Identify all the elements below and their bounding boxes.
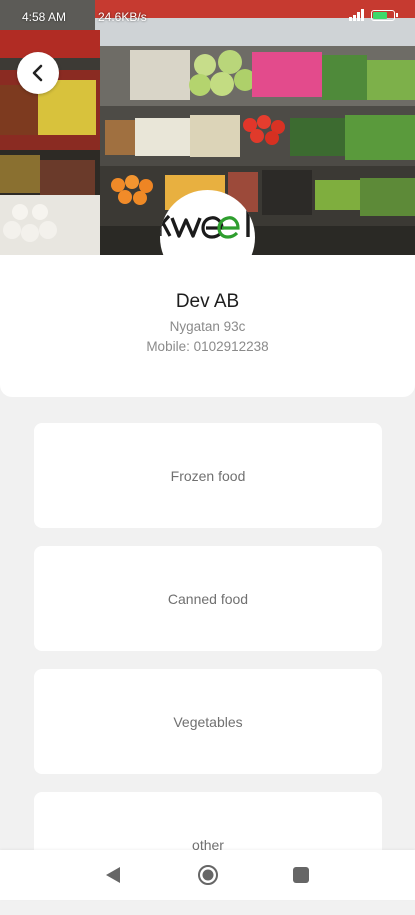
system-nav-bar — [0, 850, 415, 900]
store-name: Dev AB — [175, 291, 240, 312]
status-bar: 4:58 AM 24.6KB/s — [0, 0, 415, 26]
network-speed: 24.6KB/s — [98, 10, 147, 24]
chevron-left-icon — [32, 64, 43, 82]
store-address: Nygatan 93c — [169, 319, 246, 334]
category-vegetables[interactable]: Vegetables — [34, 669, 382, 774]
status-icons — [349, 9, 398, 21]
category-list: Frozen food Canned food Vegetables other — [34, 423, 382, 915]
store-mobile: Mobile: 0102912238 — [146, 339, 269, 354]
back-button[interactable] — [17, 52, 59, 94]
square-recents-icon[interactable] — [293, 867, 309, 883]
kweel-logo-icon — [160, 206, 250, 239]
status-time: 4:58 AM — [22, 10, 67, 24]
triangle-back-icon[interactable] — [104, 865, 122, 885]
store-logo — [160, 190, 255, 285]
circle-home-icon[interactable] — [197, 864, 219, 886]
category-canned-food[interactable]: Canned food — [34, 546, 382, 651]
battery-icon — [371, 9, 398, 21]
signal-icon — [349, 9, 364, 21]
category-frozen-food[interactable]: Frozen food — [34, 423, 382, 528]
